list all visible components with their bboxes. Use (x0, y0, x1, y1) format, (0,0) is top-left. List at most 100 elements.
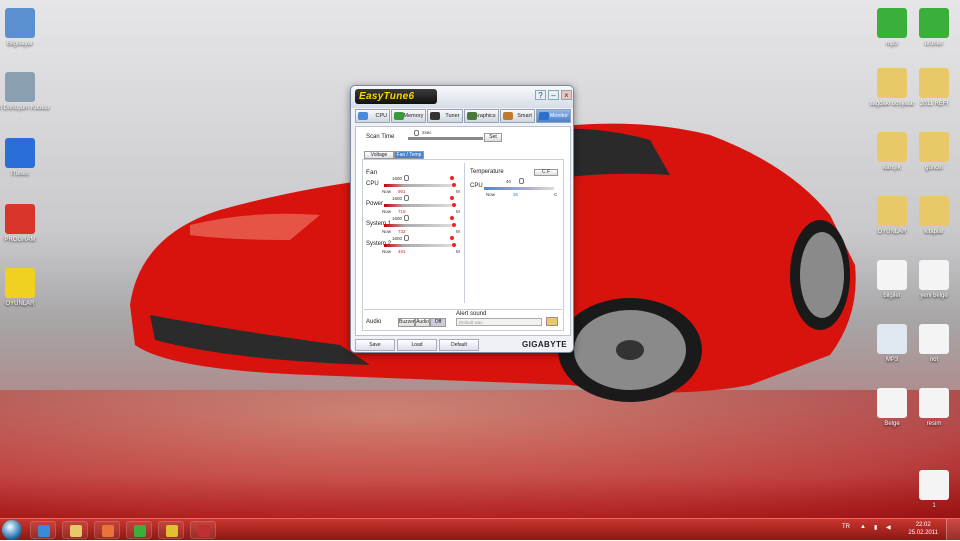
save-button[interactable]: Save (355, 339, 395, 351)
media-player-icon (102, 525, 114, 537)
desktop-icon-label: Bilgisayar (6, 41, 33, 47)
fan-alarm-dot[interactable] (450, 236, 454, 240)
start-button[interactable] (2, 520, 22, 540)
temp-unit-toggle[interactable]: C F (534, 169, 558, 176)
tab-smart[interactable]: Smart (499, 109, 535, 123)
fan-alarm-dot[interactable] (452, 243, 456, 247)
tab-fan-temp[interactable]: Fan / Temp (394, 151, 424, 159)
buzzer-button[interactable]: Buzzer (398, 318, 415, 327)
title-bar[interactable]: EasyTune6 ? – × (351, 86, 573, 108)
fan-alarm-dot[interactable] (450, 196, 454, 200)
desktop-icon[interactable]: 2011 REFİ (904, 68, 960, 108)
fan-alarm-dot[interactable] (452, 203, 456, 207)
temp-now-label: Now (486, 192, 496, 197)
scan-time-value: 2sec (422, 130, 432, 135)
off-button[interactable]: Off (430, 318, 446, 327)
document-icon (919, 260, 949, 290)
desktop-icon[interactable]: PROGRAM (0, 204, 50, 244)
desktop-icon[interactable]: not (904, 324, 960, 364)
taskbar-button[interactable] (126, 521, 152, 539)
folder-icon (877, 132, 907, 162)
desktop-icon-label: ürünler (924, 41, 944, 47)
fan-alarm-dot[interactable] (450, 216, 454, 220)
fan-slider[interactable] (384, 204, 452, 207)
scan-time-knob[interactable] (414, 130, 419, 136)
desktop-icon-label: Geri Dönüşüm Kutusu (0, 105, 50, 111)
easytune-window: EasyTune6 ? – × CPU Memory Tuner Graphics Sm… (350, 85, 574, 353)
fan-now-value: 719 (398, 209, 406, 214)
desktop-icon[interactable]: iTunes (0, 138, 50, 178)
computer-icon (5, 8, 35, 38)
temp-knob[interactable] (519, 178, 524, 184)
folder-icon[interactable] (546, 317, 558, 326)
temp-unit: C (554, 192, 558, 197)
fan-knob[interactable] (404, 195, 409, 201)
help-button[interactable]: ? (535, 90, 546, 100)
desktop-icon[interactable]: ürünler (904, 8, 960, 48)
gigabyte-logo: GIGABYTE (522, 340, 567, 349)
audio-label: Audio (366, 319, 382, 325)
fan-slider[interactable] (384, 224, 452, 227)
network-icon[interactable]: ▮ (874, 524, 877, 531)
tab-voltage[interactable]: Voltage (364, 151, 394, 159)
fan-now-label: Now (382, 249, 392, 254)
fan-target: 1600 (392, 196, 403, 201)
desktop-icon[interactable]: resim (904, 388, 960, 428)
minimize-button[interactable]: – (548, 90, 559, 100)
close-button[interactable]: × (561, 90, 572, 100)
tray-up-arrow-icon[interactable]: ▲ (860, 524, 866, 530)
clock[interactable]: 22:02 25.02.2011 (908, 521, 938, 537)
taskbar: TR ▲ ▮ ◀ 22:02 25.02.2011 (0, 518, 960, 541)
image-file-icon (919, 388, 949, 418)
fan-title: Fan (366, 169, 378, 176)
tab-icon (394, 112, 405, 120)
fan-alarm-dot[interactable] (450, 176, 454, 180)
fan-target: 1600 (392, 216, 403, 221)
desktop-icon[interactable]: güncel (904, 132, 960, 172)
taskbar-button[interactable] (190, 521, 216, 539)
tab-cpu[interactable]: CPU (355, 109, 391, 123)
desktop-icon[interactable]: 1 (904, 470, 960, 510)
desktop-icon[interactable]: OYUNLAR (0, 268, 50, 308)
desktop-icon-label: 1 (932, 503, 936, 509)
taskbar-button[interactable] (62, 521, 88, 539)
taskbar-button[interactable] (94, 521, 120, 539)
fan-label: CPU (366, 181, 379, 187)
temp-now-value: 35 (513, 192, 519, 197)
default-button[interactable]: Default (439, 339, 479, 351)
clock-time: 22:02 (915, 522, 931, 528)
alert-sound-field[interactable]: Default wav (456, 318, 542, 326)
language-indicator[interactable]: TR (842, 524, 850, 530)
arrow-shortcut-icon (919, 8, 949, 38)
tab-icon (538, 112, 549, 120)
desktop-icon[interactable]: Geri Dönüşüm Kutusu (0, 72, 50, 112)
tab-memory[interactable]: Memory (391, 109, 427, 123)
fan-alarm-dot[interactable] (452, 183, 456, 187)
tab-tuner[interactable]: Tuner (427, 109, 463, 123)
alert-sound-label: Alert sound (456, 311, 487, 317)
tab-hw-monitor[interactable]: HW Monitor (535, 109, 572, 123)
volume-icon[interactable]: ◀ (886, 524, 891, 531)
taskbar-button[interactable] (30, 521, 56, 539)
set-button[interactable]: Set (484, 133, 502, 142)
taskbar-button[interactable] (158, 521, 184, 539)
temp-slider[interactable] (484, 187, 554, 190)
fan-label: Power (366, 201, 384, 207)
desktop: Bilgisayar Geri Dönüşüm Kutusu iTunes PROGR… (0, 0, 960, 518)
show-desktop-button[interactable] (946, 519, 960, 541)
fan-knob[interactable] (404, 215, 409, 221)
desktop-icon[interactable]: kitaplar (904, 196, 960, 236)
audio-button[interactable]: Audio (415, 318, 430, 327)
fan-slider[interactable] (384, 244, 452, 247)
fan-knob[interactable] (404, 175, 409, 181)
desktop-icon-label: güncel (925, 165, 943, 171)
tab-graphics[interactable]: Graphics (463, 109, 499, 123)
desktop-icon[interactable]: yeni belge (904, 260, 960, 300)
scan-time-slider[interactable] (408, 137, 483, 140)
fan-slider[interactable] (384, 184, 452, 187)
load-button[interactable]: Load (397, 339, 437, 351)
desktop-icon[interactable]: Bilgisayar (0, 8, 50, 48)
temperature-title: Temperature (470, 169, 504, 175)
fan-alarm-dot[interactable] (452, 223, 456, 227)
fan-knob[interactable] (404, 235, 409, 241)
